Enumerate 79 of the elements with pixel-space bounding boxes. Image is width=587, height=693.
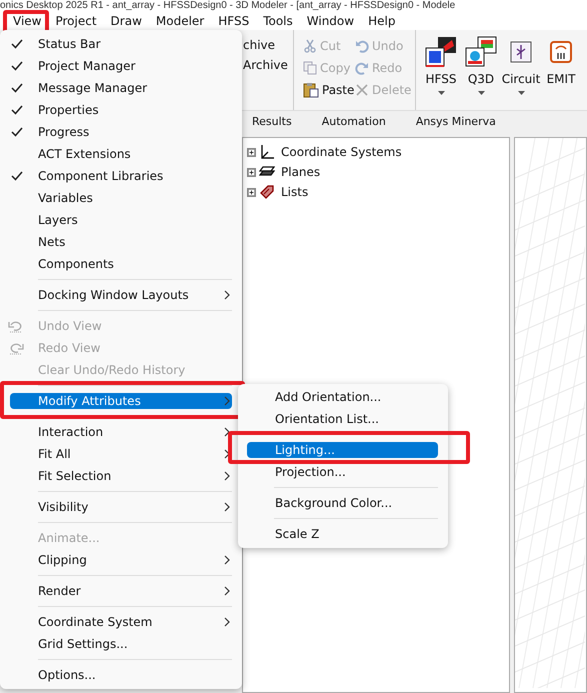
clipboard-icon [303, 82, 319, 98]
expand-icon[interactable] [247, 188, 256, 196]
window-title: onics Desktop 2025 R1 - ant_array - HFSSDesign0 - 3D Modeler - [ant_array - HFSSDesign0 - Modele [0, 0, 587, 11]
redo-icon [8, 341, 24, 355]
tag-icon [259, 184, 275, 200]
caret-icon [478, 91, 484, 95]
menu-item[interactable]: Add Orientation... [247, 389, 438, 405]
menu-item[interactable]: Background Color... [247, 495, 438, 511]
ribbon-button[interactable]: Archive [243, 58, 287, 72]
menu-item[interactable]: Coordinate System [10, 614, 232, 630]
menu-bar-item[interactable]: Project [48, 10, 104, 32]
menu-item[interactable]: Grid Settings... [10, 636, 232, 652]
menu-bar-item[interactable]: Tools [256, 10, 300, 32]
menu-item[interactable]: Docking Window Layouts [10, 287, 232, 303]
tree-item[interactable]: Coordinate Systems [281, 145, 402, 159]
chevron-icon [224, 449, 230, 459]
ribbon-button[interactable]: Paste [303, 79, 355, 101]
ribbon-tab[interactable]: Automation [322, 115, 386, 128]
menu-item[interactable]: Render [10, 583, 232, 599]
undo-icon [8, 319, 24, 333]
menu-item[interactable]: Lighting... [247, 442, 438, 458]
menu-item[interactable]: Fit All [10, 446, 232, 462]
menu-item[interactable]: Variables [10, 190, 232, 206]
chevron-icon [224, 471, 230, 481]
menu-item[interactable]: Component Libraries [10, 168, 232, 184]
cube-stack-icon [424, 36, 458, 68]
caret-icon [438, 91, 444, 95]
chevron-icon [224, 396, 230, 406]
design-button[interactable]: Q3D [462, 34, 500, 110]
menu-bar-item[interactable]: Modeler [148, 10, 212, 32]
ribbon-button[interactable]: chive [243, 38, 287, 52]
menu-bar-item[interactable]: View [6, 10, 48, 32]
chevron-icon [224, 290, 230, 300]
menu-item[interactable]: Nets [10, 234, 232, 250]
design-button[interactable]: EMIT [542, 34, 580, 110]
menu-item[interactable]: Projection... [247, 464, 438, 480]
axes-icon [259, 144, 275, 160]
menu-bar-item[interactable]: Draw [104, 10, 149, 32]
expand-icon[interactable] [247, 148, 256, 156]
chevron-icon [224, 617, 230, 627]
chevron-icon [224, 427, 230, 437]
scissors-icon [303, 39, 317, 53]
redo-icon [355, 61, 369, 75]
menu-item[interactable]: Orientation List... [247, 411, 438, 427]
menu-item[interactable]: Fit Selection [10, 468, 232, 484]
menu-bar-item[interactable]: Window [300, 10, 362, 32]
ribbon-tab[interactable]: Ansys Minerva [416, 115, 496, 128]
menu-item[interactable]: Properties [10, 102, 232, 118]
undo-icon [355, 39, 369, 53]
menu-item[interactable]: Scale Z [247, 526, 438, 542]
caret-icon [518, 91, 524, 95]
menu-item[interactable]: Message Manager [10, 80, 232, 96]
menu-item[interactable]: Layers [10, 212, 232, 228]
menu-item[interactable]: Project Manager [10, 58, 232, 74]
chevron-icon [224, 502, 230, 512]
menu-item[interactable]: Status Bar [10, 36, 232, 52]
copy-icon [303, 61, 317, 75]
close-icon [355, 83, 369, 97]
tree-item[interactable]: Planes [281, 165, 320, 179]
menu-item[interactable]: Modify Attributes [10, 393, 232, 409]
menu-item[interactable]: Components [10, 256, 232, 272]
menu-bar-item[interactable]: HFSS [211, 10, 256, 32]
chevron-icon [224, 555, 230, 565]
menu-item[interactable]: Progress [10, 124, 232, 140]
menu-bar-item[interactable]: Help [361, 10, 402, 32]
menu-item[interactable]: Visibility [10, 499, 232, 515]
chip-stack-icon [464, 36, 498, 68]
transistor-icon [510, 41, 532, 63]
menu-item[interactable]: ACT Extensions [10, 146, 232, 162]
chevron-icon [224, 586, 230, 596]
antenna-icon [550, 41, 572, 63]
expand-icon[interactable] [247, 168, 256, 176]
ribbon-tab[interactable]: Results [252, 115, 292, 128]
menu-item[interactable]: Interaction [10, 424, 232, 440]
menu-item[interactable]: Options... [10, 667, 232, 683]
tree-item[interactable]: Lists [281, 185, 308, 199]
design-button[interactable]: HFSS [422, 34, 460, 110]
menu-item[interactable]: Clipping [10, 552, 232, 568]
design-button[interactable]: Circuit [502, 34, 540, 110]
